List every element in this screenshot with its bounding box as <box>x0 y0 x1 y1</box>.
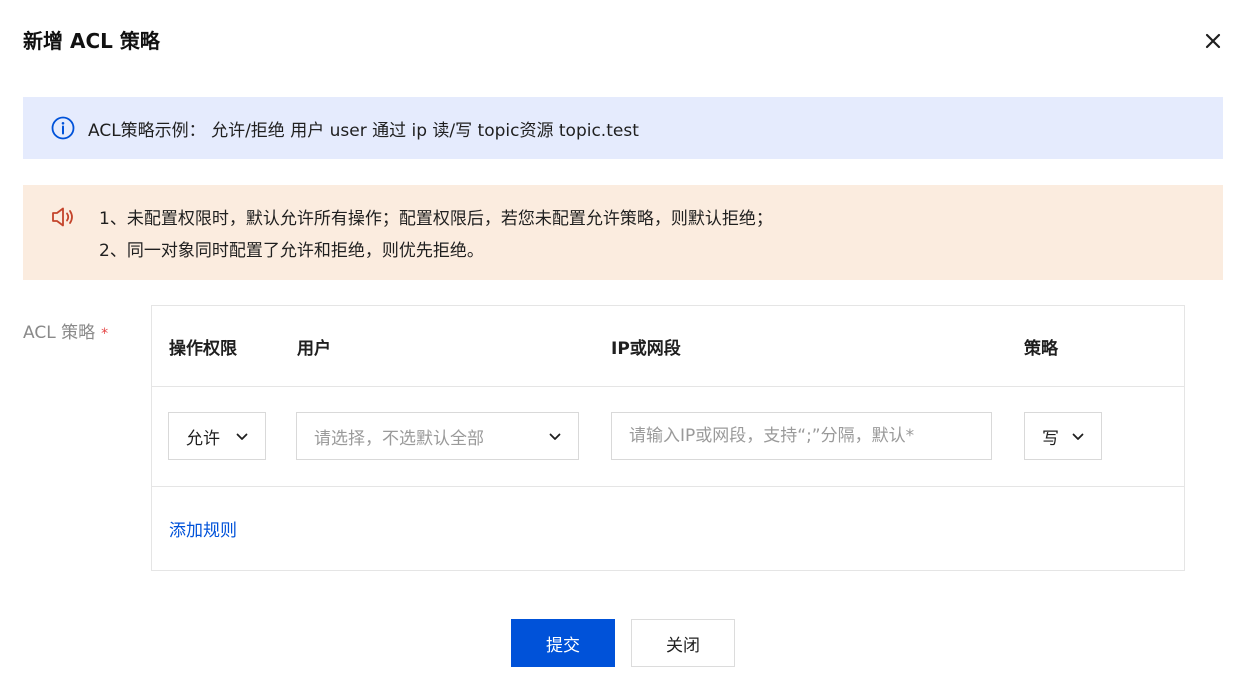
chevron-down-icon <box>1072 433 1084 440</box>
add-rule-link[interactable]: 添加规则 <box>169 516 237 541</box>
info-text: ACL策略示例： 允许/拒绝 用户 user 通过 ip 读/写 topic资源… <box>88 120 639 141</box>
speaker-icon <box>52 207 73 227</box>
info-banner: ACL策略示例： 允许/拒绝 用户 user 通过 ip 读/写 topic资源… <box>23 97 1223 159</box>
required-mark: * <box>101 326 109 342</box>
user-select[interactable]: 请选择，不选默认全部 <box>296 412 579 460</box>
chevron-down-icon <box>236 433 248 440</box>
column-header-ip: IP或网段 <box>611 339 681 359</box>
close-icon <box>1205 33 1221 49</box>
close-dialog-button[interactable]: 关闭 <box>631 619 735 667</box>
acl-policy-label-text: ACL 策略 <box>23 323 96 343</box>
user-select-placeholder: 请选择，不选默认全部 <box>314 428 484 449</box>
table-header: 操作权限 用户 IP或网段 策略 <box>152 306 1184 387</box>
acl-policy-label: ACL 策略 * <box>23 318 108 343</box>
column-header-user: 用户 <box>297 339 331 359</box>
notice-line-2: 2、同一对象同时配置了允许和拒绝，则优先拒绝。 <box>99 241 484 261</box>
permission-select[interactable]: 允许 <box>168 412 266 460</box>
table-row: 允许 请选择，不选默认全部 写 <box>152 387 1184 487</box>
ip-input[interactable] <box>611 412 992 460</box>
dialog-title: 新增 ACL 策略 <box>23 29 160 53</box>
close-button[interactable] <box>1200 28 1226 54</box>
permission-select-value: 允许 <box>186 428 220 449</box>
column-header-permission: 操作权限 <box>169 339 237 359</box>
acl-rules-table: 操作权限 用户 IP或网段 策略 允许 请选择，不选默认全部 写 添加规则 <box>151 305 1185 571</box>
info-circle-icon <box>51 116 75 140</box>
column-header-policy: 策略 <box>1024 339 1058 359</box>
notice-line-1: 1、未配置权限时，默认允许所有操作；配置权限后，若您未配置允许策略，则默认拒绝； <box>99 209 773 229</box>
policy-select-value: 写 <box>1042 428 1059 449</box>
submit-button[interactable]: 提交 <box>511 619 615 667</box>
policy-select[interactable]: 写 <box>1024 412 1102 460</box>
chevron-down-icon <box>549 433 561 440</box>
notice-banner: 1、未配置权限时，默认允许所有操作；配置权限后，若您未配置允许策略，则默认拒绝；… <box>23 185 1223 280</box>
